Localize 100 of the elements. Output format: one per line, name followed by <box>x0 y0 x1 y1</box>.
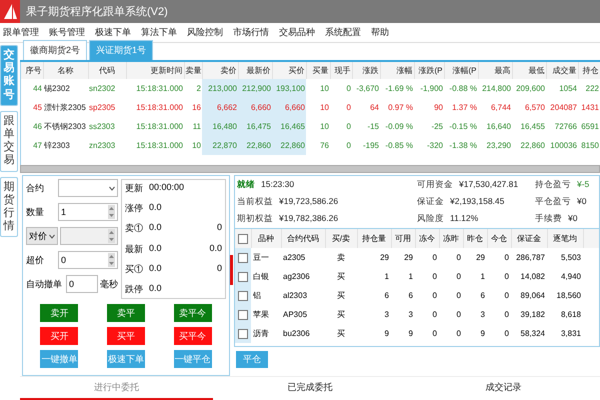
account-tab[interactable]: 徽商期货2号 <box>23 40 88 60</box>
menu-item[interactable]: 风险控制 <box>187 26 223 39</box>
row-checkbox[interactable] <box>238 272 248 282</box>
summary-value: 11.12% <box>450 213 478 225</box>
cancel-delay-field[interactable]: 0 <box>66 275 98 293</box>
order-button[interactable]: 卖平今 <box>174 304 212 322</box>
field-label: 合约 <box>26 182 45 194</box>
column-header[interactable]: 品种 <box>251 229 281 248</box>
order-button[interactable]: 买开 <box>40 327 78 345</box>
quote-value: 0.0 <box>149 202 163 214</box>
quote-label: 更新 <box>125 182 143 195</box>
column-header[interactable]: 涨跌(P <box>414 62 444 79</box>
table-cell-text: 14,082 <box>520 271 546 283</box>
column-header[interactable]: 买/卖 <box>325 229 357 248</box>
side-tab[interactable]: 跟单交易 <box>0 110 18 172</box>
table-cell: 209,600 <box>512 79 546 98</box>
column-header[interactable]: 买价 <box>272 62 306 79</box>
menu-item[interactable]: 跟单管理 <box>3 26 39 39</box>
column-header[interactable]: 持仓量 <box>357 229 391 248</box>
column-header[interactable]: 冻昨 <box>439 229 463 248</box>
window-title: 果子期货程序化跟单系统(V2) <box>26 4 168 19</box>
menu-item[interactable]: 账号管理 <box>49 26 85 39</box>
spinner-arrows-icon[interactable] <box>108 205 115 219</box>
column-header[interactable]: 名称 <box>43 62 88 79</box>
order-button[interactable]: 卖平 <box>106 304 145 322</box>
table-cell: 29 <box>391 248 415 267</box>
table-cell: 6,660 <box>272 98 306 117</box>
column-header[interactable]: 最新价 <box>238 62 272 79</box>
column-header[interactable]: 逐笔均 <box>547 229 583 248</box>
table-cell-text: 23,290 <box>486 140 512 152</box>
column-header[interactable]: 持仓 <box>578 62 600 79</box>
column-header[interactable]: 涨幅 <box>380 62 414 79</box>
column-header[interactable]: 现手 <box>330 62 352 79</box>
quote-value: 0.0 <box>149 262 163 275</box>
over-price-field[interactable]: 0 <box>58 251 118 269</box>
table-cell: a2305 <box>281 248 325 267</box>
status-text: 就绪 <box>237 179 255 191</box>
column-header[interactable]: 序号 <box>21 62 43 79</box>
table-cell: 222 <box>578 79 600 98</box>
order-button[interactable]: 买平今 <box>174 327 212 345</box>
table-cell-text: 3,831 <box>560 328 582 340</box>
row-checkbox[interactable] <box>238 310 248 320</box>
price-field[interactable] <box>60 227 118 245</box>
column-header[interactable]: 卖量 <box>184 62 202 79</box>
column-header[interactable]: 涨幅(P <box>444 62 478 79</box>
column-header[interactable]: 最高 <box>478 62 512 79</box>
price-type-select[interactable]: 对价 <box>26 227 58 245</box>
column-header[interactable]: 可用 <box>391 229 415 248</box>
column-header[interactable]: 代码 <box>88 62 126 79</box>
table-cell-text: AP305 <box>282 309 308 321</box>
column-header[interactable]: 更新时间 <box>126 62 184 79</box>
chevron-down-icon[interactable] <box>49 234 55 238</box>
table-cell-text: 47 <box>32 140 43 152</box>
menu-item[interactable]: 帮助 <box>371 26 389 39</box>
column-header[interactable]: 保证金 <box>511 229 547 248</box>
column-header[interactable]: 卖价 <box>202 62 238 79</box>
order-button[interactable]: 卖开 <box>40 304 78 322</box>
spinner-arrows-icon[interactable] <box>108 229 115 243</box>
quantity-field[interactable]: 1 <box>58 203 118 221</box>
column-header[interactable]: 涨跌 <box>352 62 380 79</box>
table-cell-text: 0 <box>456 328 462 340</box>
chevron-down-icon[interactable] <box>109 186 115 190</box>
table-cell-text: 89,064 <box>520 290 546 302</box>
table-cell: 10 <box>306 79 330 98</box>
table-cell: 16 <box>184 98 202 117</box>
column-header[interactable]: 合约代码 <box>281 229 325 248</box>
row-checkbox[interactable] <box>238 328 248 338</box>
order-tab[interactable]: 已完成委托 <box>213 377 407 400</box>
table-cell: 29 <box>463 248 487 267</box>
menu-item[interactable]: 算法下单 <box>141 26 177 39</box>
horizontal-scrollbar[interactable] <box>20 165 600 173</box>
menu-item[interactable]: 极速下单 <box>95 26 131 39</box>
table-cell: 16,475 <box>238 117 272 136</box>
menu-item[interactable]: 市场行情 <box>233 26 269 39</box>
table-cell: 1054 <box>546 79 578 98</box>
row-checkbox[interactable] <box>238 252 248 262</box>
column-header[interactable]: 成交量 <box>546 62 578 79</box>
table-cell: -3,670 <box>352 79 380 98</box>
column-header[interactable]: 买量 <box>306 62 330 79</box>
menu-item[interactable]: 系统配置 <box>325 26 361 39</box>
order-button[interactable]: 买平 <box>106 327 145 345</box>
quote-value: 00:00:00 <box>149 182 185 194</box>
column-header[interactable]: 昨仓 <box>463 229 487 248</box>
table-cell: 2 <box>184 79 202 98</box>
table-cell: 44 <box>21 79 43 98</box>
row-checkbox[interactable] <box>238 290 248 300</box>
column-header[interactable]: 最低 <box>512 62 546 79</box>
order-tab[interactable]: 成交记录 <box>406 377 600 400</box>
quote-value: 0.0 <box>208 242 222 255</box>
order-tab[interactable]: 进行中委托 <box>20 377 214 400</box>
spinner-arrows-icon[interactable] <box>108 253 115 267</box>
side-tab[interactable]: 期货行情 <box>0 176 18 238</box>
table-cell-text: 22,860 <box>520 140 546 152</box>
select-all-checkbox[interactable] <box>238 234 248 244</box>
column-header[interactable]: 冻今 <box>415 229 439 248</box>
menu-item[interactable]: 交易品种 <box>279 26 315 39</box>
column-header[interactable]: 今仓 <box>487 229 511 248</box>
field-label: 自动撤单 <box>26 278 63 290</box>
table-cell-text: -0.09 % <box>384 121 414 133</box>
summary-value: ¥2,193,158.45 <box>450 196 504 208</box>
